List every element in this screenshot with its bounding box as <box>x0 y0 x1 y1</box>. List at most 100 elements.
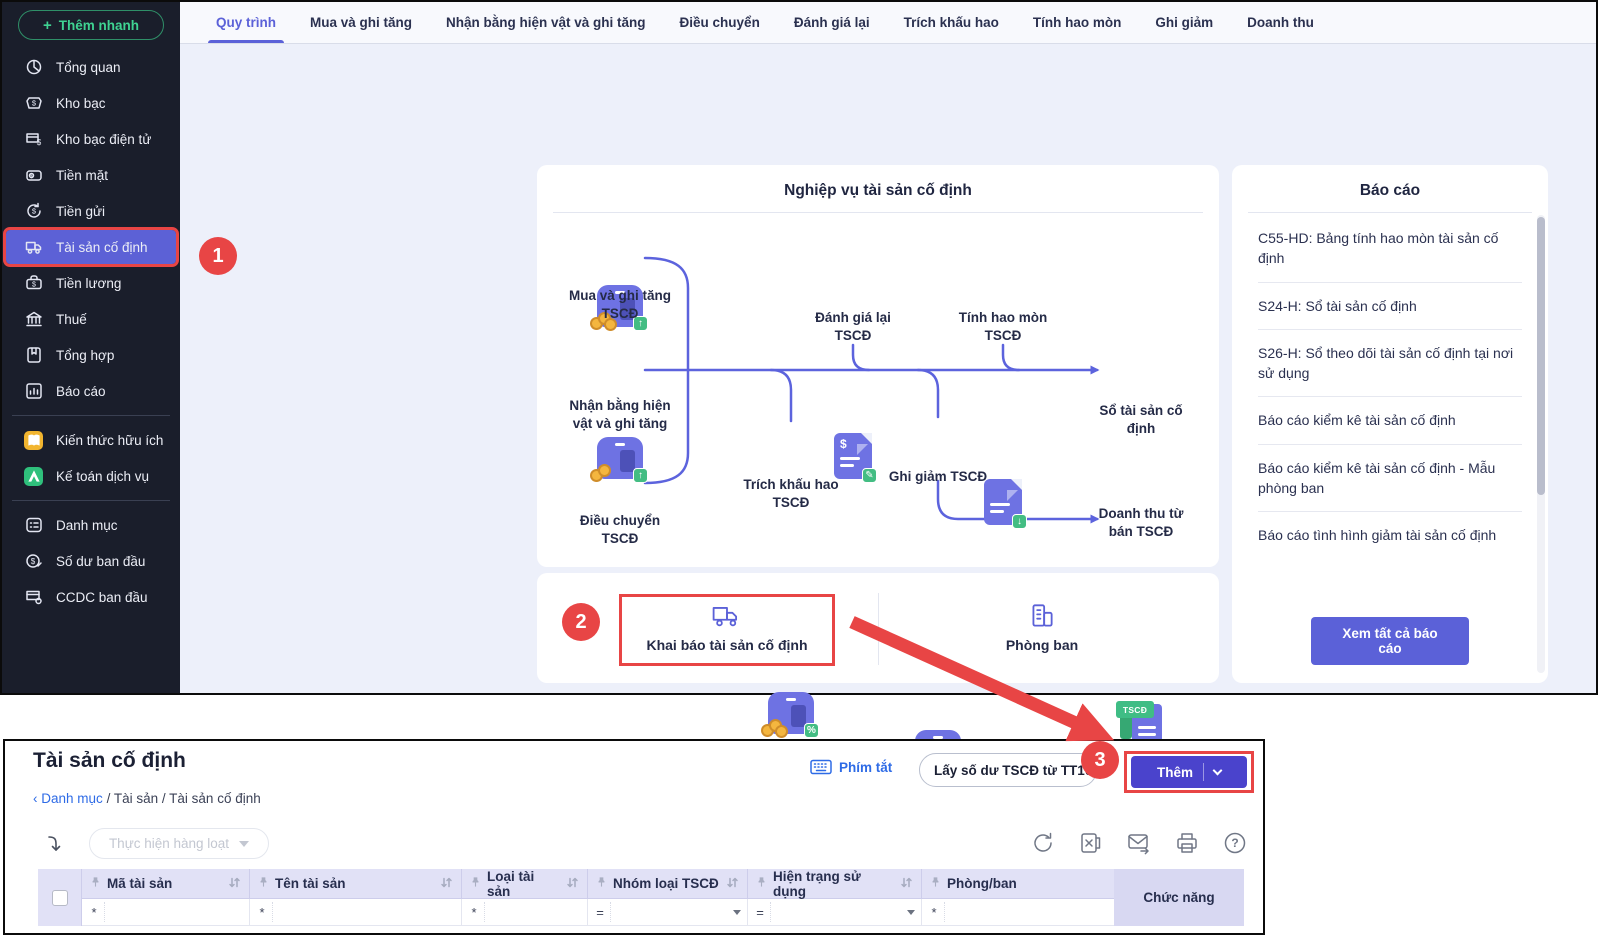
reports-scrollbar-thumb[interactable] <box>1537 217 1545 495</box>
expand-sort-icon[interactable] <box>45 833 67 860</box>
report-item[interactable]: Báo cáo kiểm kê tài sản cố định - Mẫu ph… <box>1258 445 1522 513</box>
department-building-icon <box>1032 604 1053 627</box>
sort-icon[interactable] <box>726 876 739 892</box>
sidebar-item-danh-muc[interactable]: Danh mục <box>6 508 176 542</box>
column-header-phong-ban[interactable]: Phòng/ban <box>922 869 1114 899</box>
sidebar-item-tien-gui[interactable]: $ Tiền gửi <box>6 194 176 228</box>
breadcrumb-link-danh-muc[interactable]: Danh mục <box>41 791 103 806</box>
tab-trich-khau-hao[interactable]: Trích khấu hao <box>904 2 999 43</box>
step1-marker: 1 <box>199 237 237 275</box>
sidebar-item-tai-san-co-dinh[interactable]: Tài sản cố định <box>3 227 179 267</box>
pin-icon[interactable] <box>470 876 481 891</box>
sidebar-item-tien-mat[interactable]: $ Tiền mặt <box>6 158 176 192</box>
sidebar-item-tien-luong[interactable]: $ Tiền lương <box>6 266 176 300</box>
filter-operator[interactable]: = <box>594 905 606 920</box>
node-label-tinh[interactable]: Tính hao mòn TSCĐ <box>948 309 1058 345</box>
export-excel-icon[interactable] <box>1078 830 1104 856</box>
view-all-reports-button[interactable]: Xem tất cả báo cáo <box>1311 617 1469 665</box>
report-item[interactable]: C55-HD: Bảng tính hao mòn tài sản cố địn… <box>1258 215 1522 283</box>
tab-nhan-bang-hien-vat[interactable]: Nhận bằng hiện vật và ghi tăng <box>446 2 646 43</box>
sort-icon[interactable] <box>440 876 453 892</box>
tab-mua-va-ghi-tang[interactable]: Mua và ghi tăng <box>310 2 412 43</box>
sidebar-item-tong-quan[interactable]: Tổng quan <box>6 50 176 84</box>
percent-badge-icon: % <box>804 723 819 738</box>
tab-ghi-giam[interactable]: Ghi giảm <box>1155 2 1213 43</box>
node-label-mua[interactable]: Mua và ghi tăng TSCĐ <box>555 287 685 323</box>
report-item[interactable]: S26-H: Sổ theo dõi tài sản cố định tại n… <box>1258 330 1522 398</box>
filter-input-nhom-loai-tscd[interactable] <box>610 902 729 922</box>
refresh-icon[interactable] <box>1030 830 1056 856</box>
receive-in-kind-icon[interactable]: ↑ <box>590 437 648 483</box>
sidebar-item-tong-hop[interactable]: Tổng hợp <box>6 338 176 372</box>
tab-dieu-chuyen[interactable]: Điều chuyển <box>680 2 760 43</box>
filter-input-hien-trang[interactable] <box>770 902 903 922</box>
column-header-ten-tai-san[interactable]: Tên tài sản <box>250 869 462 899</box>
sidebar-item-label: Thuế <box>56 311 87 327</box>
filter-input-ten-tai-san[interactable] <box>272 902 455 922</box>
bulk-action-button[interactable]: Thực hiện hàng loạt <box>89 828 269 859</box>
report-item[interactable]: S24-H: Sổ tài sản cố định <box>1258 283 1522 330</box>
filter-input-phong-ban[interactable] <box>944 902 1108 922</box>
sort-icon[interactable] <box>228 876 241 892</box>
filter-dropdown-icon[interactable] <box>733 909 741 915</box>
filter-input-loai-tai-san[interactable] <box>484 902 581 922</box>
get-balance-button[interactable]: Lấy số dư TSCĐ từ TT107 <box>919 753 1097 787</box>
select-all-checkbox[interactable] <box>51 889 68 906</box>
sidebar-item-kien-thuc-huu-ich[interactable]: Kiến thức hữu ích <box>6 423 176 457</box>
revalue-doc-icon[interactable]: $ ✎ <box>834 433 877 483</box>
column-header-hien-trang[interactable]: Hiện trạng sử dụng <box>748 869 922 899</box>
sidebar-item-ccdc-ban-dau[interactable]: CCDC ban đầu <box>6 580 176 614</box>
tscd-tag: TSCĐ <box>1116 701 1154 718</box>
depreciation-asset-icon[interactable]: % <box>761 692 819 738</box>
sidebar-item-thue[interactable]: Thuế <box>6 302 176 336</box>
reports-scrollbar[interactable] <box>1537 215 1545 673</box>
filter-cell-ten-tai-san: * <box>250 899 462 926</box>
node-label-danhgia[interactable]: Đánh giá lại TSCĐ <box>803 309 903 345</box>
filter-dropdown-icon[interactable] <box>907 909 915 915</box>
column-header-loai-tai-san[interactable]: Loại tài sản <box>462 869 588 899</box>
pin-icon[interactable] <box>90 876 101 891</box>
send-email-icon[interactable] <box>1126 830 1152 856</box>
sidebar-item-so-du-ban-dau[interactable]: $ Số dư ban đầu <box>6 544 176 578</box>
node-label-ghigiam[interactable]: Ghi giảm TSCĐ <box>873 468 1003 486</box>
report-item[interactable]: Báo cáo tình hình giảm tài sản cố định <box>1258 512 1522 558</box>
node-label-nhan[interactable]: Nhận bằng hiện vật và ghi tăng <box>561 397 679 433</box>
tab-doanh-thu[interactable]: Doanh thu <box>1247 2 1314 43</box>
breadcrumb-separator: / <box>106 791 111 806</box>
tab-danh-gia-lai[interactable]: Đánh giá lại <box>794 2 870 43</box>
filter-operator[interactable]: * <box>468 905 480 920</box>
column-header-nhom-loai-tscd[interactable]: Nhóm loại TSCĐ <box>588 869 748 899</box>
pin-icon[interactable] <box>930 876 941 891</box>
sort-icon[interactable] <box>566 876 579 892</box>
sidebar-item-bao-cao[interactable]: Báo cáo <box>6 374 176 408</box>
down-badge-icon: ↓ <box>1012 514 1027 529</box>
column-header-ma-tai-san[interactable]: Mã tài sản <box>82 869 250 899</box>
filter-operator[interactable]: * <box>88 905 100 920</box>
shortcut-button[interactable]: Phím tắt <box>810 759 892 775</box>
tab-tinh-hao-mon[interactable]: Tính hao mòn <box>1033 2 1122 43</box>
node-label-doanhthu[interactable]: Doanh thu từ bán TSCĐ <box>1086 505 1196 541</box>
quick-add-button[interactable]: + Thêm nhanh <box>18 10 164 40</box>
filter-operator[interactable]: * <box>256 905 268 920</box>
department-link[interactable]: Phòng ban <box>997 603 1087 653</box>
filter-operator[interactable]: = <box>754 905 766 920</box>
report-item[interactable]: Báo cáo kiểm kê tài sản cố định <box>1258 397 1522 445</box>
svg-text:?: ? <box>1231 836 1238 850</box>
print-icon[interactable] <box>1174 830 1200 856</box>
pin-icon[interactable] <box>258 876 269 891</box>
tab-quy-trinh[interactable]: Quy trình <box>208 2 284 43</box>
breadcrumb-back-icon[interactable]: ‹ <box>33 791 38 806</box>
add-button[interactable]: Thêm <box>1131 756 1247 788</box>
node-label-so[interactable]: Sổ tài sản cố định <box>1089 402 1194 438</box>
pin-icon[interactable] <box>596 876 607 891</box>
filter-input-ma-tai-san[interactable] <box>104 902 243 922</box>
pin-icon[interactable] <box>756 876 767 891</box>
sidebar-item-kho-bac-dien-tu[interactable]: $ Kho bạc điện tử <box>6 122 176 156</box>
filter-operator[interactable]: * <box>928 905 940 920</box>
help-icon[interactable]: ? <box>1222 830 1248 856</box>
sidebar-item-kho-bac[interactable]: $ Kho bạc <box>6 86 176 120</box>
node-label-trich[interactable]: Trích khấu hao TSCĐ <box>734 476 849 512</box>
node-label-dieu[interactable]: Điều chuyển TSCĐ <box>570 512 670 548</box>
sort-icon[interactable] <box>900 876 913 892</box>
sidebar-item-ke-toan-dich-vu[interactable]: Kế toán dịch vụ <box>6 459 176 493</box>
